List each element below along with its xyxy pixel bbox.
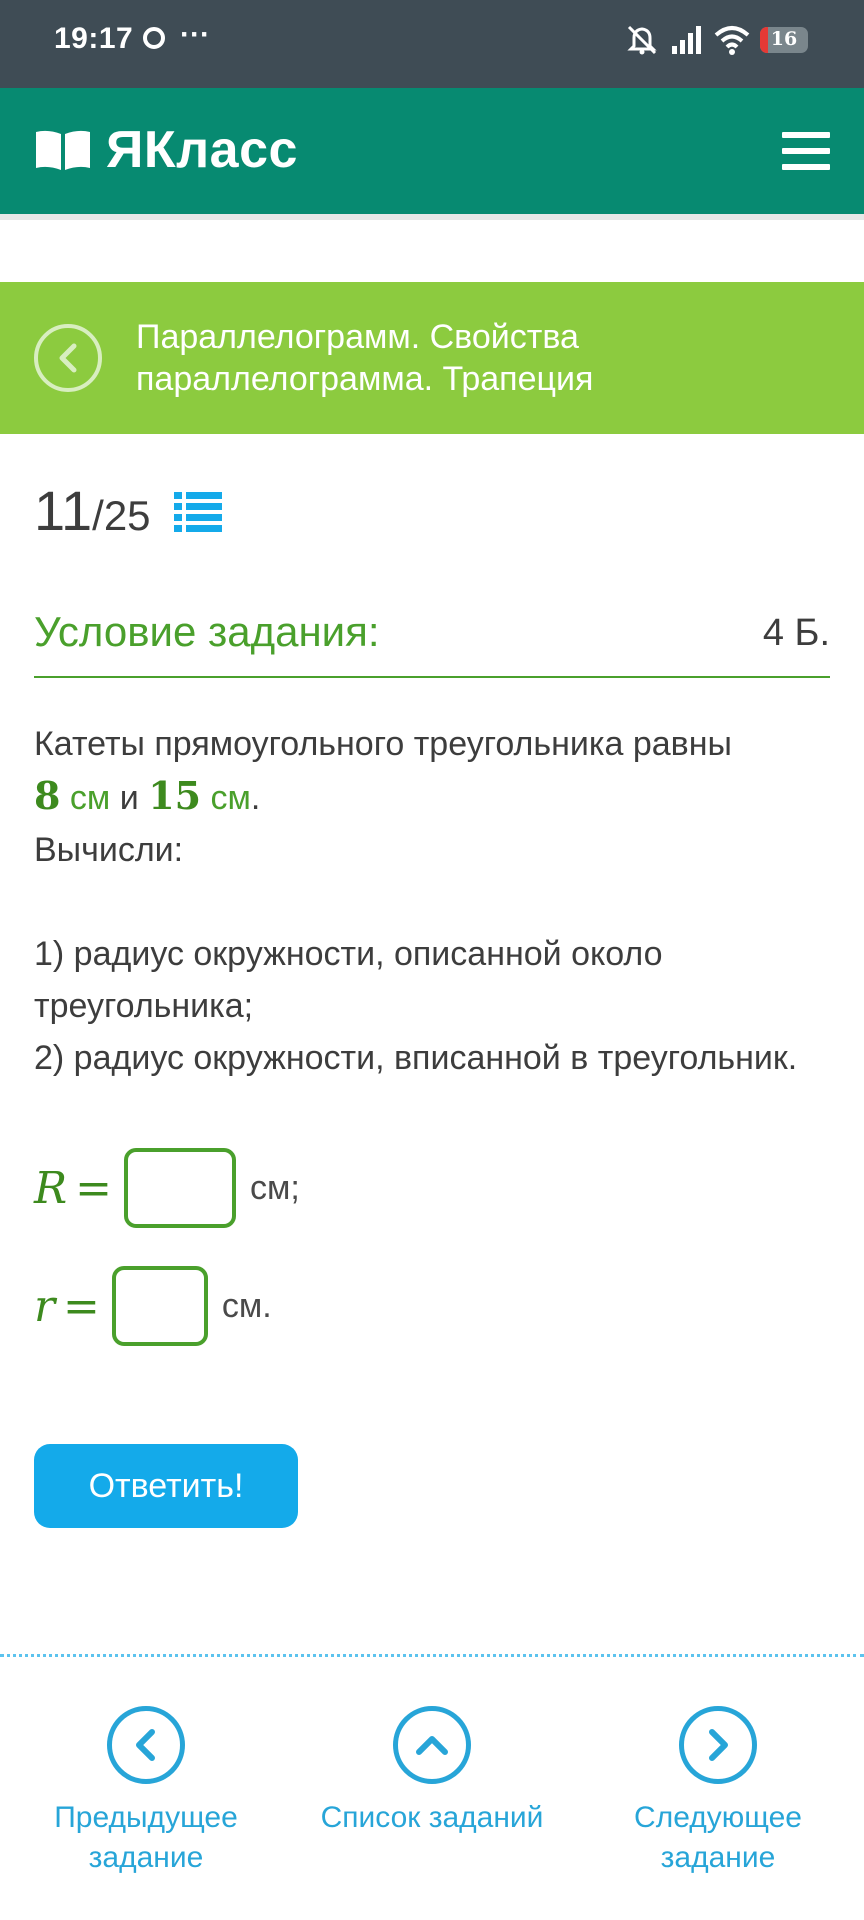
status-more-dots: ···: [180, 18, 210, 51]
task-compute: Вычисли:: [34, 831, 184, 869]
task-list-label: Список заданий: [320, 1801, 544, 1834]
hamburger-menu-icon[interactable]: [782, 132, 830, 170]
next-task-label-1: Следующее: [634, 1801, 802, 1834]
book-logo-icon: [36, 130, 90, 170]
task-item-1: 1) радиус окружности, описанной около тр…: [34, 935, 663, 1025]
leg-1-unit: см: [69, 779, 111, 817]
chat-bubble-icon: [143, 27, 165, 49]
prev-task-label-1: Предыдущее: [54, 1801, 238, 1834]
answer-equals-R: =: [75, 1162, 113, 1214]
answer-variable-R: R: [34, 1162, 68, 1214]
answer-variable-r: r: [34, 1280, 56, 1332]
task-line-1: Катеты прямоугольного треугольника равны: [34, 725, 732, 763]
task-period: .: [250, 779, 261, 817]
answer-equals-r: =: [63, 1280, 100, 1332]
task-list-button[interactable]: Список заданий: [312, 1706, 552, 1838]
inradius-input[interactable]: [111, 1266, 208, 1346]
wifi-icon: [714, 26, 750, 55]
task-line-2: 8 см и 15 см.: [34, 770, 834, 824]
topic-title[interactable]: Параллелограмм. Свойства параллелограмма…: [136, 316, 816, 400]
condition-points: 4 Б.: [762, 612, 830, 654]
task-list-icon[interactable]: [174, 490, 222, 532]
status-bar: 19:17 ··· 16: [0, 0, 864, 88]
leg-2-unit: см: [210, 779, 251, 817]
prev-circle[interactable]: [107, 1706, 185, 1784]
chevron-right-icon: [709, 1729, 728, 1761]
task-counter: 11 / 25: [34, 478, 151, 543]
status-time: 19:17: [54, 22, 134, 55]
prev-task-button[interactable]: Предыдущее задание: [26, 1706, 266, 1878]
task-text: Катеты прямоугольного треугольника равны…: [34, 718, 834, 1084]
leg-1-value: 8: [34, 773, 61, 818]
topic-back-button[interactable]: [34, 324, 102, 392]
list-circle[interactable]: [393, 1706, 471, 1784]
circumradius-input[interactable]: [124, 1148, 237, 1228]
answer-row-R: R = см;: [34, 1148, 300, 1228]
chevron-left-icon: [136, 1729, 155, 1761]
status-icons: 16: [624, 22, 808, 58]
prev-task-label-2: задание: [88, 1841, 204, 1874]
submit-answer-button[interactable]: Ответить!: [34, 1444, 298, 1528]
answer-row-r: r = см.: [34, 1266, 272, 1346]
counter-separator: /: [92, 492, 104, 539]
battery-icon: 16: [760, 27, 808, 53]
mute-icon: [627, 25, 657, 55]
chevron-up-icon: [416, 1736, 448, 1755]
logo[interactable]: ЯКласс: [34, 120, 298, 180]
chevron-left-icon: [59, 343, 77, 373]
header-divider: [0, 214, 864, 220]
topic-bar: Параллелограмм. Свойства параллелограмма…: [0, 282, 864, 434]
condition-header: Условие задания: 4 Б.: [34, 608, 830, 678]
next-circle[interactable]: [679, 1706, 757, 1784]
signal-icon: [672, 26, 701, 54]
answer-unit-R: см;: [250, 1168, 300, 1207]
task-spacer: [34, 876, 834, 928]
nav-divider: [0, 1654, 864, 1657]
next-task-button[interactable]: Следующее задание: [598, 1706, 838, 1878]
total-tasks-number: 25: [103, 492, 151, 539]
answer-unit-r: см.: [221, 1286, 272, 1325]
leg-2-value: 15: [148, 773, 202, 818]
current-task-number: 11: [34, 479, 93, 542]
task-item-2: 2) радиус окружности, вписанной в треуго…: [34, 1039, 798, 1077]
condition-title: Условие задания:: [34, 608, 380, 655]
next-task-label-2: задание: [660, 1841, 776, 1874]
battery-level: 16: [770, 28, 798, 50]
app-header: ЯКласс: [0, 88, 864, 214]
conjunction: и: [119, 779, 139, 817]
logo-text: ЯКласс: [106, 121, 298, 179]
